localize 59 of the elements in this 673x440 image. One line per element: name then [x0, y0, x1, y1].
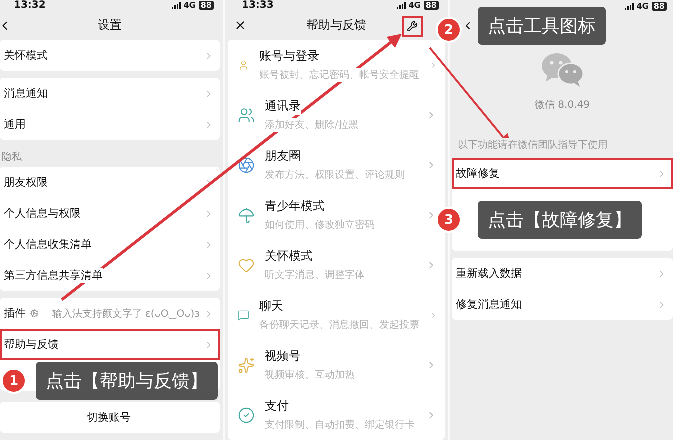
settings-row[interactable]: 重新载入数据	[452, 258, 673, 289]
topic-title[interactable]: 视频号	[265, 348, 301, 365]
settings-row[interactable]: 个人信息收集清单	[0, 229, 220, 260]
settings-row[interactable]: 故障修复	[452, 158, 673, 189]
network-label: 4G	[408, 1, 421, 10]
row-note: 输入法支持颜文字了 ε(ᴗO‿Oᴗ)з	[52, 308, 200, 320]
topic-title[interactable]: 关怀模式	[265, 248, 313, 265]
settings-row[interactable]: 关怀模式	[0, 40, 220, 71]
settings-row[interactable]: 第三方信息共享清单	[0, 260, 220, 291]
wrench-button[interactable]	[402, 16, 423, 38]
settings-row[interactable]: 朋友权限	[0, 167, 220, 198]
settings-row[interactable]: 通用	[0, 109, 220, 140]
topic-title[interactable]: 聊天	[260, 298, 284, 315]
screen-title: 帮助与反馈	[306, 17, 366, 34]
section-notice: 以下功能请在微信团队指导下使用	[458, 138, 608, 152]
topic-description: 如何使用、修改独立密码	[265, 218, 375, 232]
topic-title[interactable]: 账号与登录	[260, 48, 320, 65]
settings-row[interactable]: 修复消息通知	[452, 289, 673, 320]
battery-indicator: 88	[652, 2, 667, 10]
instruction-callout: 点击【帮助与反馈】	[36, 362, 218, 400]
topic-description: 支付限制、自动扣费、绑定银行卡	[265, 418, 415, 432]
topic-description: 账号被封、忘记密码、帐号安全提醒	[260, 68, 420, 82]
gear-icon	[30, 309, 39, 318]
topic-title[interactable]: 支付	[265, 398, 289, 415]
topic-description: 添加好友、删除/拉黑	[265, 118, 358, 132]
topic-description: 备份聊天记录、消息撤回、发起投票	[260, 318, 420, 332]
check-circle-icon	[238, 406, 255, 424]
instruction-callout: 点击【故障修复】	[478, 201, 642, 239]
status-time: 13:33	[242, 0, 274, 12]
heart-icon	[238, 256, 255, 274]
screen-title: 设置	[98, 17, 122, 34]
sparkle-icon	[238, 356, 255, 374]
chat-bubbles-logo-icon	[540, 52, 584, 88]
settings-row[interactable]: 帮助与反馈	[0, 329, 220, 360]
close-icon[interactable]	[234, 19, 247, 32]
signal-icon	[624, 2, 634, 10]
topic-title[interactable]: 青少年模式	[265, 198, 325, 215]
section-heading: 隐私	[1, 151, 23, 165]
network-label: 4G	[184, 1, 196, 10]
instruction-callout: 点击工具图标	[478, 7, 606, 45]
umbrella-icon	[238, 206, 255, 224]
status-time: 13:32	[14, 0, 46, 12]
wrench-icon	[407, 21, 418, 32]
signal-icon	[172, 2, 181, 10]
topic-description: 发布方法、权限设置、评论规则	[265, 168, 405, 182]
battery-indicator: 88	[198, 1, 214, 10]
topic-description: 听文字消息、调整字体	[265, 268, 365, 282]
network-label: 4G	[636, 2, 649, 10]
switch-account-row[interactable]: 切换账号	[0, 402, 220, 433]
topic-title[interactable]: 通讯录	[265, 98, 301, 115]
settings-row[interactable]: 插件 输入法支持颜文字了 ε(ᴗO‿Oᴗ)з	[0, 298, 220, 329]
settings-row[interactable]: 消息通知	[0, 78, 220, 109]
battery-indicator: 88	[424, 1, 439, 10]
aperture-icon	[238, 156, 255, 174]
settings-row[interactable]: 个人信息与权限	[0, 198, 220, 229]
app-version: 微信 8.0.49	[535, 99, 590, 112]
signal-icon	[396, 2, 406, 10]
people-icon	[238, 106, 255, 124]
topic-description: 视频审核、互动加热	[265, 368, 355, 382]
